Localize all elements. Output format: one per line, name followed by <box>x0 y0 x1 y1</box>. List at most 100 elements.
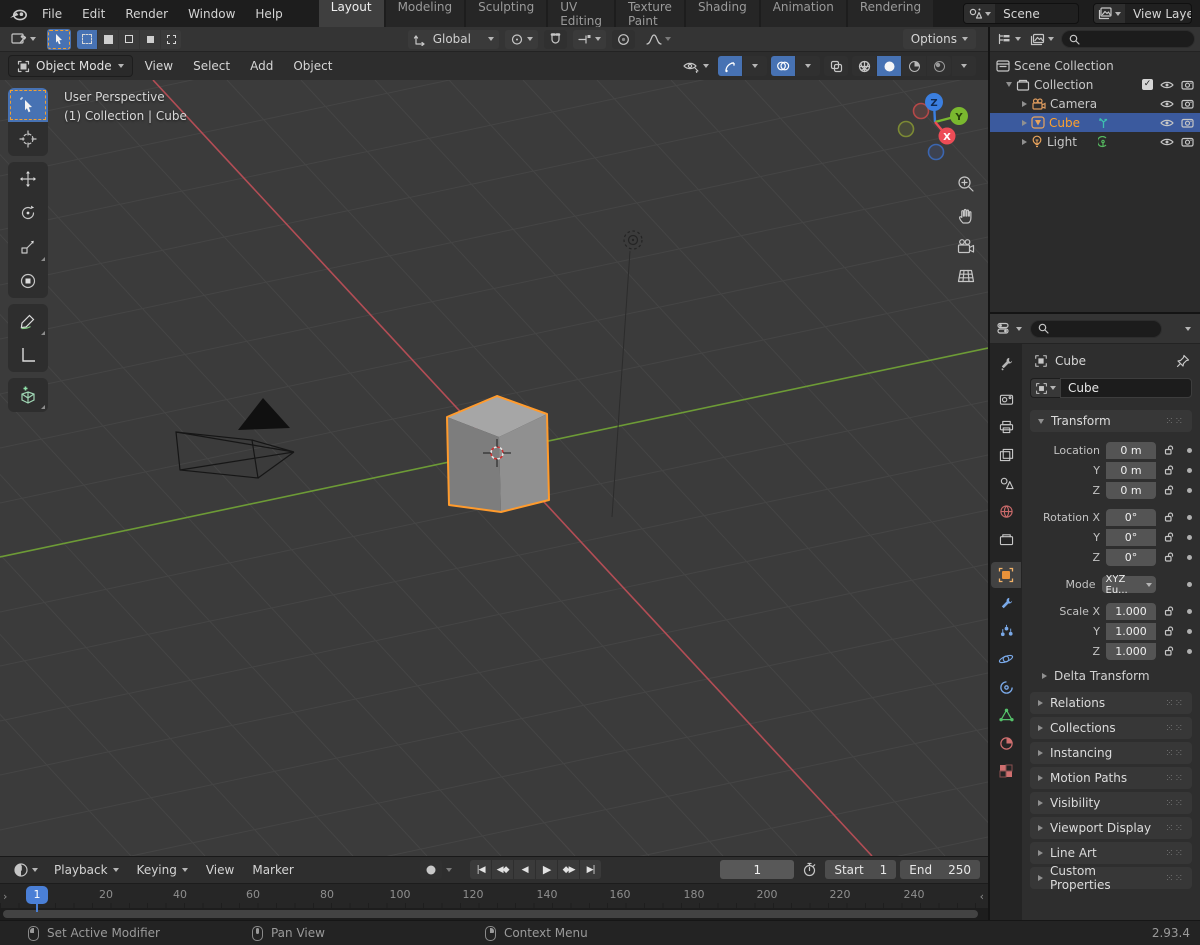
select-extend-button[interactable] <box>98 29 118 49</box>
tab-object[interactable] <box>991 562 1021 588</box>
object-id-dropdown[interactable] <box>1030 378 1060 398</box>
cube-expand-icon[interactable] <box>1022 119 1027 126</box>
outliner-display-mode-dropdown[interactable] <box>1028 30 1056 49</box>
tool-select-box[interactable] <box>8 88 48 122</box>
outliner-editor-type-dropdown[interactable] <box>995 30 1023 49</box>
lock-icon[interactable] <box>1164 445 1175 456</box>
timeline-expand-right-icon[interactable]: ‹ <box>980 890 984 903</box>
frame-end-field[interactable]: End 250 <box>900 860 981 880</box>
shading-wireframe-button[interactable] <box>852 56 876 76</box>
hide-eye-icon[interactable] <box>1160 99 1174 109</box>
tab-scene[interactable] <box>991 470 1021 496</box>
transform-panel-header[interactable]: Transform ⁙⁙ <box>1030 410 1192 432</box>
tab-collection[interactable] <box>991 526 1021 552</box>
light-expand-icon[interactable] <box>1022 138 1027 145</box>
pivot-point-dropdown[interactable] <box>504 29 538 49</box>
shading-solid-button[interactable] <box>877 56 901 76</box>
animate-dot[interactable] <box>1187 535 1192 540</box>
menu-edit[interactable]: Edit <box>72 4 115 24</box>
scale-z-field[interactable]: 1.000 <box>1106 643 1156 660</box>
rotation-x-field[interactable]: 0° <box>1106 509 1156 526</box>
select-intersect-button[interactable] <box>161 29 181 49</box>
animate-dot[interactable] <box>1187 629 1192 634</box>
rotation-z-field[interactable]: 0° <box>1106 549 1156 566</box>
menu-marker[interactable]: Marker <box>245 860 300 880</box>
disable-render-icon[interactable] <box>1181 98 1194 109</box>
scale-y-field[interactable]: 1.000 <box>1106 623 1156 640</box>
view-layer-name[interactable]: View Layer <box>1125 7 1191 21</box>
gizmo-axis-z[interactable]: Z <box>925 93 943 111</box>
outliner-search-input[interactable] <box>1061 30 1195 48</box>
menu-view[interactable]: View <box>137 55 181 77</box>
hide-eye-icon[interactable] <box>1160 80 1174 90</box>
hide-eye-icon[interactable] <box>1160 137 1174 147</box>
viewport-canvas[interactable] <box>0 80 988 856</box>
location-x-field[interactable]: 0 m <box>1106 442 1156 459</box>
jump-to-end-button[interactable]: ▶| <box>580 860 602 880</box>
pin-icon[interactable] <box>1176 354 1190 368</box>
gizmo-dropdown[interactable] <box>743 56 767 76</box>
editor-type-dropdown[interactable] <box>6 30 41 49</box>
xray-toggle[interactable] <box>824 56 848 76</box>
rotation-mode-dropdown[interactable]: XYZ Eu... <box>1101 574 1157 596</box>
tab-modifiers[interactable] <box>991 590 1021 616</box>
menu-select[interactable]: Select <box>185 55 238 77</box>
proportional-editing-toggle[interactable] <box>611 29 635 49</box>
viewport-3d[interactable]: User Perspective (1) Collection | Cube Z… <box>0 80 988 856</box>
shading-dropdown[interactable] <box>952 56 976 76</box>
play-reverse-button[interactable]: ◀ <box>514 860 536 880</box>
collection-checkbox[interactable]: ✓ <box>1142 79 1153 90</box>
gizmo-axis-x[interactable]: X <box>938 127 956 145</box>
light-object[interactable] <box>623 230 643 250</box>
tab-output[interactable] <box>991 414 1021 440</box>
tool-rotate[interactable] <box>8 196 48 230</box>
outliner-row-collection[interactable]: Collection ✓ <box>990 75 1200 94</box>
properties-editor-type-dropdown[interactable] <box>995 319 1024 338</box>
animate-dot[interactable] <box>1187 609 1192 614</box>
panel-visibility[interactable]: Visibility ⁙⁙ <box>1030 792 1192 814</box>
snap-toggle-button[interactable] <box>543 29 567 49</box>
panel-instancing[interactable]: Instancing ⁙⁙ <box>1030 742 1192 764</box>
auto-keying-toggle[interactable] <box>420 860 443 880</box>
tab-render[interactable] <box>991 386 1021 412</box>
options-button[interactable]: Options <box>902 29 976 49</box>
tool-measure[interactable] <box>8 338 48 372</box>
transform-orientation-dropdown[interactable]: Global <box>407 29 499 49</box>
tab-physics[interactable] <box>991 646 1021 672</box>
show-overlays-toggle[interactable] <box>771 56 795 76</box>
panel-motion-paths[interactable]: Motion Paths ⁙⁙ <box>1030 767 1192 789</box>
object-name-field[interactable]: Cube <box>1060 378 1192 398</box>
show-gizmo-toggle[interactable] <box>718 56 742 76</box>
lock-icon[interactable] <box>1164 626 1175 637</box>
location-y-field[interactable]: 0 m <box>1106 462 1156 479</box>
menu-timeline-view[interactable]: View <box>199 860 241 880</box>
lock-icon[interactable] <box>1164 532 1175 543</box>
tool-move[interactable] <box>8 162 48 196</box>
zoom-button[interactable] <box>956 174 976 194</box>
disable-render-icon[interactable] <box>1181 79 1194 90</box>
delta-transform-panel[interactable]: Delta Transform <box>1030 662 1192 692</box>
lock-icon[interactable] <box>1164 465 1175 476</box>
outliner-row-camera[interactable]: Camera <box>990 94 1200 113</box>
tab-world[interactable] <box>991 498 1021 524</box>
next-keyframe-button[interactable]: ◆▶ <box>558 860 580 880</box>
lock-icon[interactable] <box>1164 606 1175 617</box>
tab-tool[interactable] <box>991 350 1021 376</box>
scene-name[interactable]: Scene <box>995 7 1078 21</box>
select-set-button[interactable] <box>77 29 97 49</box>
pan-hand-button[interactable] <box>956 206 976 226</box>
tab-constraints[interactable] <box>991 674 1021 700</box>
menu-help[interactable]: Help <box>245 4 292 24</box>
overlays-dropdown[interactable] <box>796 56 820 76</box>
active-tool-select-box-button[interactable] <box>47 28 71 50</box>
frame-start-field[interactable]: Start 1 <box>825 860 897 880</box>
timeline-scrollbar[interactable] <box>0 908 988 921</box>
menu-add[interactable]: Add <box>242 55 281 77</box>
view-layer-browse-button[interactable] <box>1094 4 1126 23</box>
animate-dot[interactable] <box>1187 448 1192 453</box>
timeline-expand-left-icon[interactable]: › <box>3 890 7 903</box>
gizmo-axis-y[interactable]: Y <box>950 107 968 125</box>
cube-object[interactable] <box>446 395 550 513</box>
properties-options-dropdown[interactable] <box>1185 326 1191 331</box>
navigation-gizmo[interactable]: Z Y X <box>892 86 984 172</box>
